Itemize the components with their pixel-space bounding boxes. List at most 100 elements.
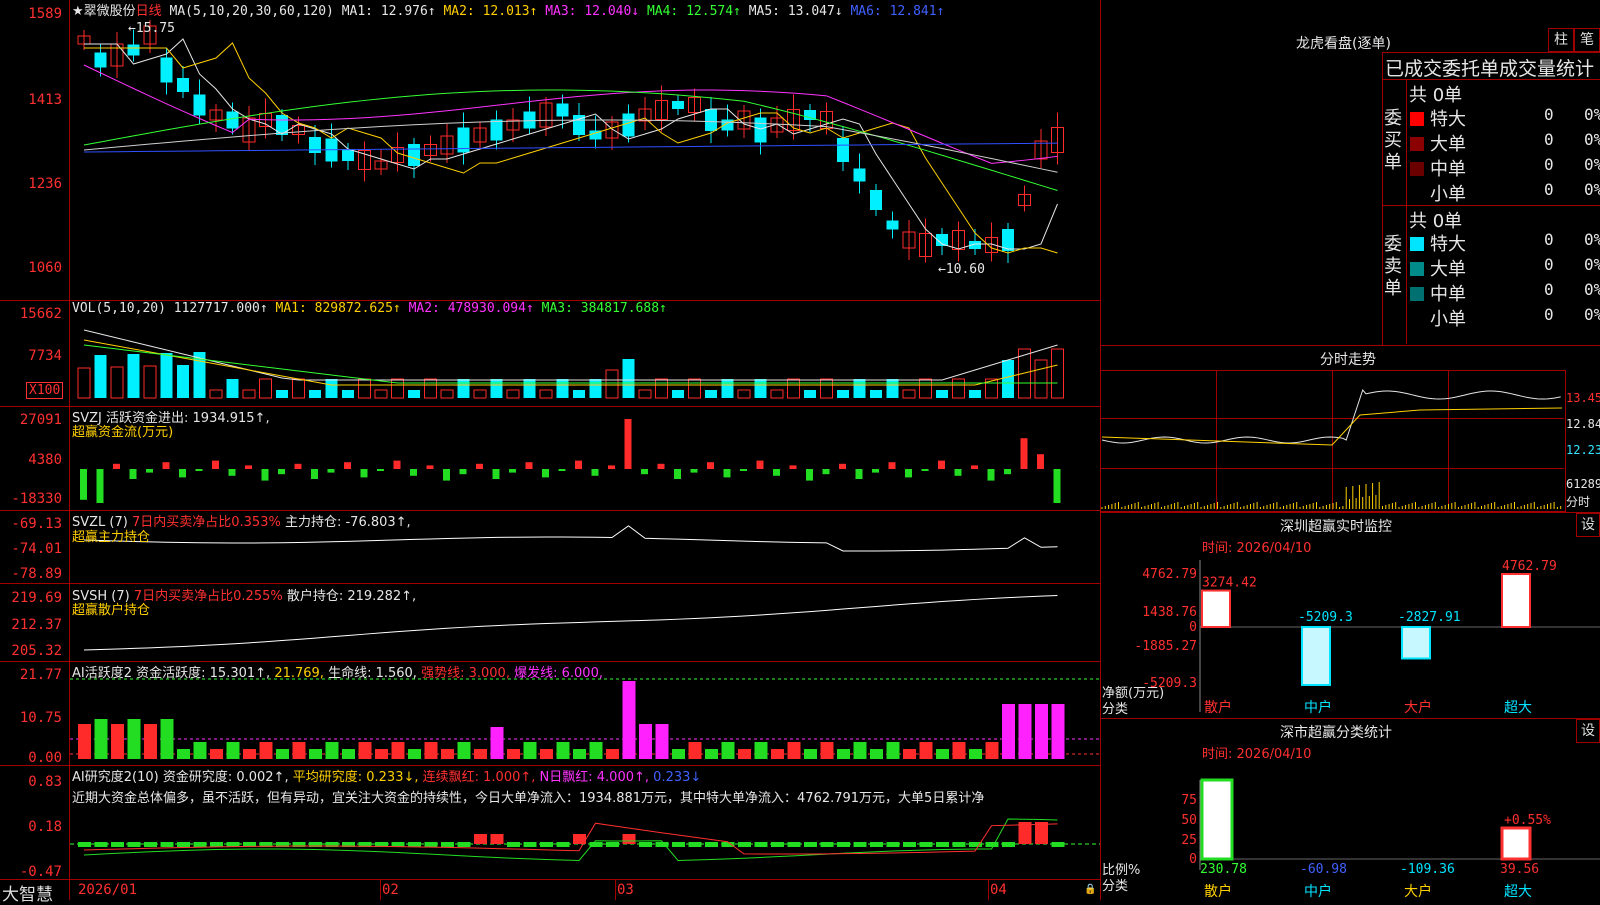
flow-bar xyxy=(360,469,368,478)
ai2-d: N日飘红: 4.000↑, xyxy=(539,770,650,785)
research-bar xyxy=(804,842,817,847)
research-bar xyxy=(919,842,933,847)
flow-bar xyxy=(641,469,648,475)
volume-bar xyxy=(209,389,223,399)
monitor-bar-label: 3274.42 xyxy=(1202,576,1257,591)
volume-bar xyxy=(342,390,354,398)
stats-tick: 75 xyxy=(1181,793,1197,808)
color-swatch-icon xyxy=(1410,287,1424,301)
research-bar xyxy=(441,842,454,847)
vol-ma2: MA2: 478930.094↑ xyxy=(408,301,534,316)
research-bar xyxy=(457,842,471,847)
buy-row-1: 大单 0 0% xyxy=(1410,130,1600,156)
flow-bar xyxy=(938,460,945,469)
svsh-ratio: 7日内买卖净占比0.255% xyxy=(133,589,283,604)
svzl-sub: 超赢主力持仓 xyxy=(72,530,151,545)
volume-bar xyxy=(276,390,288,398)
buy-row-3: 小单 0 0% xyxy=(1410,180,1600,206)
bar-mode-button[interactable]: 柱 xyxy=(1548,28,1574,52)
row-value: 0 xyxy=(1544,155,1554,174)
flow-bar xyxy=(822,469,830,475)
activity-bar xyxy=(523,742,537,759)
research-bar xyxy=(952,842,966,847)
flow-bar xyxy=(624,419,632,469)
research-bar xyxy=(127,842,141,847)
research-bar xyxy=(886,842,900,847)
row-value: 0 xyxy=(1544,130,1554,149)
row-name: 小单 xyxy=(1430,309,1466,330)
row-pct: 0% xyxy=(1584,105,1600,124)
ai2-tick: 0.83 xyxy=(28,774,62,790)
stats-value: 230.78 xyxy=(1200,862,1247,877)
research-bar xyxy=(837,842,850,847)
flow-bar xyxy=(426,465,434,469)
ma6-line xyxy=(83,142,1058,153)
ma2-value: MA2: 12.013↑ xyxy=(443,4,538,19)
stats-cat: 散户 xyxy=(1204,883,1232,900)
tick-mode-button[interactable]: 笔 xyxy=(1574,28,1600,52)
monitor-cat: 超大 xyxy=(1504,700,1532,716)
research-bar xyxy=(1051,842,1065,847)
candle-down xyxy=(853,168,866,182)
candle-down xyxy=(672,101,684,109)
research-bar xyxy=(424,842,438,847)
ai1-e: 爆发线: 6.000, xyxy=(514,666,603,681)
activity-bar xyxy=(325,742,339,759)
ma-header: ★翠微股份日线 MA(5,10,20,30,60,120) MA1: 12.97… xyxy=(72,0,944,19)
candle-down xyxy=(705,109,717,131)
activity-bar xyxy=(655,724,669,759)
activity-bar xyxy=(705,749,718,759)
activity-bar xyxy=(375,749,388,759)
flow-bar xyxy=(311,469,318,479)
activity-bar xyxy=(738,749,751,759)
activity-bar xyxy=(111,724,124,759)
date-tick xyxy=(615,879,616,900)
volume-bar xyxy=(259,378,272,399)
flow-bar xyxy=(179,469,186,478)
flow-bar xyxy=(344,462,351,469)
volume-bar xyxy=(506,389,520,399)
activity-bar xyxy=(243,749,256,759)
volume-bar xyxy=(226,379,239,398)
row-pct: 0% xyxy=(1584,155,1600,174)
row-value: 0 xyxy=(1544,105,1554,124)
activity-bar xyxy=(309,749,322,759)
svsh-tick: 205.32 xyxy=(11,643,62,659)
kline-chart[interactable] xyxy=(0,0,1100,900)
monitor-bar-label: -5209.3 xyxy=(1298,610,1353,625)
ai2-b: 平均研究度: 0.233↓, xyxy=(292,770,419,785)
flow-bar xyxy=(1020,438,1028,469)
volume-bar xyxy=(440,389,454,399)
ai1-d: 强势线: 3.000, xyxy=(421,666,510,681)
research-line xyxy=(83,818,1058,861)
volume-bar xyxy=(177,365,189,398)
volume-bar xyxy=(242,389,256,399)
monitor-bar-label: 4762.79 xyxy=(1502,559,1557,574)
date-label: 04 xyxy=(990,882,1007,898)
sep xyxy=(1406,80,1407,344)
activity-bar xyxy=(391,742,405,759)
research-bar xyxy=(606,842,619,847)
flow-bar xyxy=(393,460,401,469)
vol-tick: 15662 xyxy=(19,306,62,322)
lock-icon[interactable]: 🔒 xyxy=(1084,884,1096,895)
activity-bar xyxy=(870,749,883,759)
stats-settings-button[interactable]: 设 xyxy=(1576,719,1600,743)
stats-pct-label: +0.55% xyxy=(1504,813,1551,828)
ai1-a: 资金活跃度: 15.301↑, xyxy=(136,666,271,681)
candle-down xyxy=(94,52,107,68)
flow-bar xyxy=(591,469,599,476)
row-value: 0 xyxy=(1544,180,1554,199)
research-bar xyxy=(1002,842,1015,847)
research-bar xyxy=(721,842,735,847)
flow-bar xyxy=(245,465,252,469)
research-bar xyxy=(94,842,108,847)
flow-bar xyxy=(690,469,698,473)
lhb-sub: 已成交委托单成交量统计 xyxy=(1385,58,1595,80)
monitor-bar xyxy=(1501,573,1531,628)
row-pct: 0% xyxy=(1584,230,1600,249)
flow-bar xyxy=(113,463,120,469)
activity-bar xyxy=(210,749,223,759)
activity-bar xyxy=(589,742,603,759)
monitor-settings-button[interactable]: 设 xyxy=(1576,513,1600,537)
